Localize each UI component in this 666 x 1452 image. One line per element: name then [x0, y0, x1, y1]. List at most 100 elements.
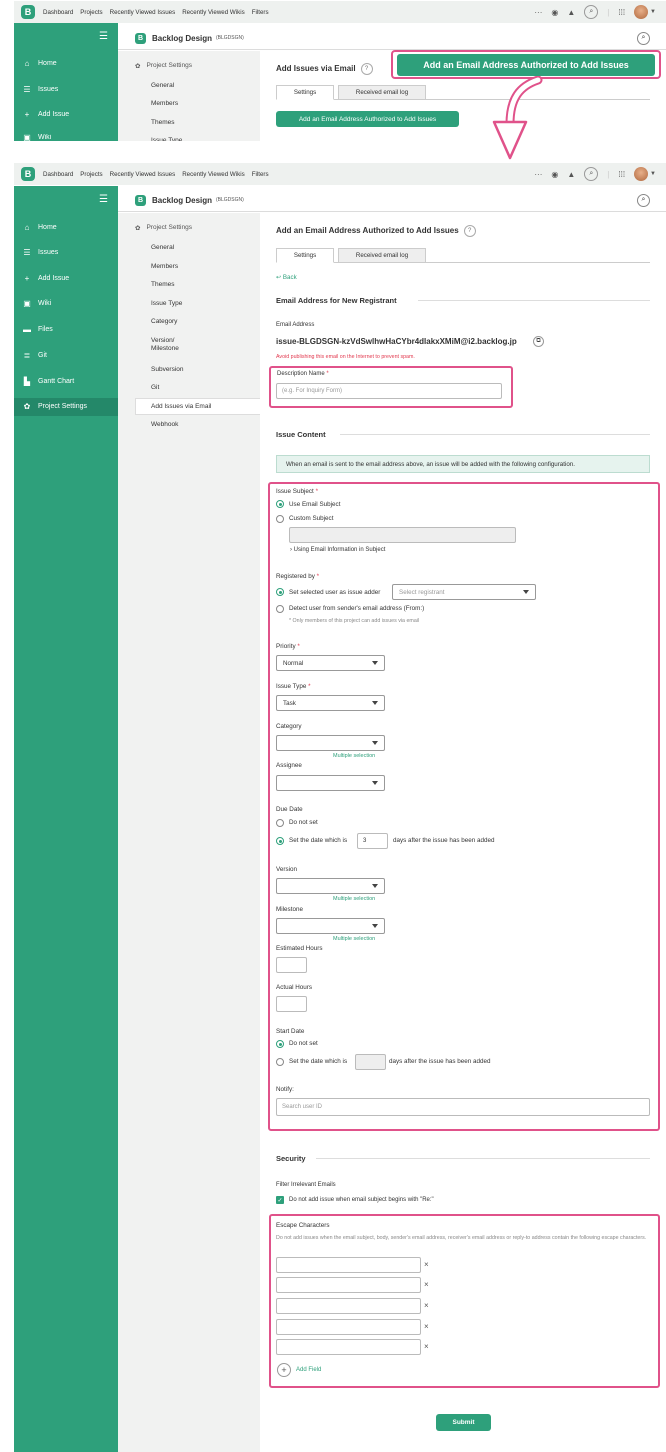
sidebar-item-issues[interactable]: ☰ Issues: [23, 85, 58, 94]
escape-input[interactable]: [276, 1298, 421, 1314]
nav-filters[interactable]: Filters: [252, 171, 269, 178]
settings-item-themes[interactable]: Themes: [151, 281, 174, 288]
help-icon[interactable]: ?: [463, 225, 476, 237]
bell-icon[interactable]: ▲: [567, 170, 575, 179]
radio-set-selected-user[interactable]: [276, 588, 284, 596]
custom-subject-input[interactable]: [289, 527, 516, 543]
escape-input[interactable]: [276, 1277, 421, 1293]
radio-custom-subject[interactable]: [276, 515, 284, 523]
tab-received-log-top[interactable]: Received email log: [338, 85, 426, 100]
registrant-select[interactable]: Select registrant: [392, 584, 536, 600]
actual-hours-input[interactable]: [276, 996, 307, 1012]
search-icon[interactable]: ⌕: [584, 167, 599, 181]
sidebar-item-project-settings[interactable]: ✿ Project Settings: [23, 402, 87, 411]
settings-item-general[interactable]: General: [151, 244, 174, 251]
tab-settings-top[interactable]: Settings: [276, 85, 334, 100]
radio-due-not-set[interactable]: [276, 819, 284, 827]
help-icon[interactable]: ?: [360, 63, 373, 75]
settings-item-members[interactable]: Members: [151, 263, 178, 270]
radio-use-email-subject[interactable]: [276, 500, 284, 508]
copy-icon[interactable]: ⧉: [533, 336, 544, 347]
backlog-logo[interactable]: B: [21, 5, 35, 19]
milestone-multiple-link[interactable]: Multiple selection: [333, 936, 375, 942]
remove-icon[interactable]: ×: [424, 1280, 429, 1289]
settings-item-issue-type[interactable]: Issue Type: [151, 300, 182, 307]
radio-detect-user[interactable]: [276, 605, 284, 613]
remove-icon[interactable]: ×: [424, 1260, 429, 1269]
category-select[interactable]: [276, 735, 385, 751]
radio-due-set-days[interactable]: [276, 837, 284, 845]
project-search-icon[interactable]: ⌕: [637, 31, 650, 45]
nav-projects[interactable]: Projects: [80, 171, 102, 178]
settings-item-version[interactable]: Version/ Milestone: [151, 337, 191, 353]
tab-received-log[interactable]: Received email log: [338, 248, 426, 263]
nav-recent-issues[interactable]: Recently Viewed Issues: [110, 9, 176, 16]
description-input[interactable]: (e.g. For Inquiry Form): [276, 383, 502, 399]
radio-start-not-set[interactable]: [276, 1040, 284, 1048]
priority-select[interactable]: Normal: [276, 655, 385, 671]
project-name[interactable]: Backlog Design: [152, 34, 212, 43]
due-days-input[interactable]: 3: [357, 833, 388, 849]
chevron-down-icon[interactable]: ▼: [650, 171, 656, 177]
menu-icon[interactable]: ☰: [99, 194, 108, 205]
escape-input[interactable]: [276, 1339, 421, 1355]
sidebar-item-add-issue[interactable]: + Add Issue: [23, 274, 69, 283]
avatar[interactable]: [634, 167, 649, 181]
project-name[interactable]: Backlog Design: [152, 196, 212, 205]
sidebar-item-git[interactable]: ≣ Git: [23, 351, 47, 360]
estimated-hours-input[interactable]: [276, 957, 307, 973]
remove-icon[interactable]: ×: [424, 1342, 429, 1351]
nav-dashboard[interactable]: Dashboard: [43, 171, 73, 178]
settings-item-add-issues-email[interactable]: Add Issues via Email: [151, 403, 211, 410]
milestone-select[interactable]: [276, 918, 385, 934]
sidebar-item-add-issue[interactable]: + Add Issue: [23, 110, 69, 119]
issue-type-select[interactable]: Task: [276, 695, 385, 711]
menu-icon[interactable]: ☰: [99, 31, 108, 42]
settings-item-webhook[interactable]: Webhook: [151, 421, 178, 428]
tab-settings[interactable]: Settings: [276, 248, 334, 263]
filter-re-checkbox[interactable]: ✓: [276, 1196, 284, 1204]
add-email-address-button-top[interactable]: Add an Email Address Authorized to Add I…: [276, 111, 459, 127]
settings-item-git[interactable]: Git: [151, 384, 159, 391]
sidebar-item-issues[interactable]: ☰ Issues: [23, 248, 58, 257]
assignee-select[interactable]: [276, 775, 385, 791]
nav-recent-wikis[interactable]: Recently Viewed Wikis: [182, 171, 244, 178]
nav-dashboard[interactable]: Dashboard: [43, 9, 73, 16]
settings-item-subversion[interactable]: Subversion: [151, 366, 184, 373]
radio-start-set-days[interactable]: [276, 1058, 284, 1066]
backlog-logo[interactable]: B: [21, 167, 35, 181]
chevron-down-icon[interactable]: ▼: [650, 9, 656, 15]
remove-icon[interactable]: ×: [424, 1322, 429, 1331]
bell-icon[interactable]: ▲: [567, 8, 575, 17]
nav-recent-wikis[interactable]: Recently Viewed Wikis: [182, 9, 244, 16]
add-email-address-callout-button[interactable]: Add an Email Address Authorized to Add I…: [397, 54, 655, 76]
settings-item-themes[interactable]: Themes: [151, 119, 174, 126]
search-icon[interactable]: ⌕: [584, 5, 599, 19]
more-icon[interactable]: ···: [534, 170, 542, 179]
nav-recent-issues[interactable]: Recently Viewed Issues: [110, 171, 176, 178]
settings-item-members[interactable]: Members: [151, 100, 178, 107]
sidebar-item-home[interactable]: ⌂ Home: [23, 223, 57, 232]
sidebar-item-files[interactable]: ▬ Files: [23, 325, 53, 334]
using-email-info-toggle[interactable]: › Using Email Information in Subject: [290, 547, 385, 553]
more-icon[interactable]: ···: [534, 8, 542, 17]
apps-grid-icon[interactable]: ⁞⁞⁞: [618, 170, 625, 179]
escape-input[interactable]: [276, 1319, 421, 1335]
settings-item-general[interactable]: General: [151, 82, 174, 89]
category-multiple-link[interactable]: Multiple selection: [333, 753, 375, 759]
watch-icon[interactable]: ◉: [551, 170, 558, 179]
watch-icon[interactable]: ◉: [551, 8, 558, 17]
sidebar-item-wiki[interactable]: ▣ Wiki: [23, 299, 51, 308]
settings-item-category[interactable]: Category: [151, 318, 177, 325]
nav-filters[interactable]: Filters: [252, 9, 269, 16]
add-field-button[interactable]: + Add Field: [277, 1363, 321, 1377]
project-search-icon[interactable]: ⌕: [637, 193, 650, 207]
version-multiple-link[interactable]: Multiple selection: [333, 896, 375, 902]
apps-grid-icon[interactable]: ⁞⁞⁞: [618, 8, 625, 17]
nav-projects[interactable]: Projects: [80, 9, 102, 16]
start-days-input[interactable]: [355, 1054, 386, 1070]
submit-button[interactable]: Submit: [436, 1414, 491, 1431]
remove-icon[interactable]: ×: [424, 1301, 429, 1310]
version-select[interactable]: [276, 878, 385, 894]
sidebar-item-wiki[interactable]: ▣ Wiki: [23, 134, 51, 141]
